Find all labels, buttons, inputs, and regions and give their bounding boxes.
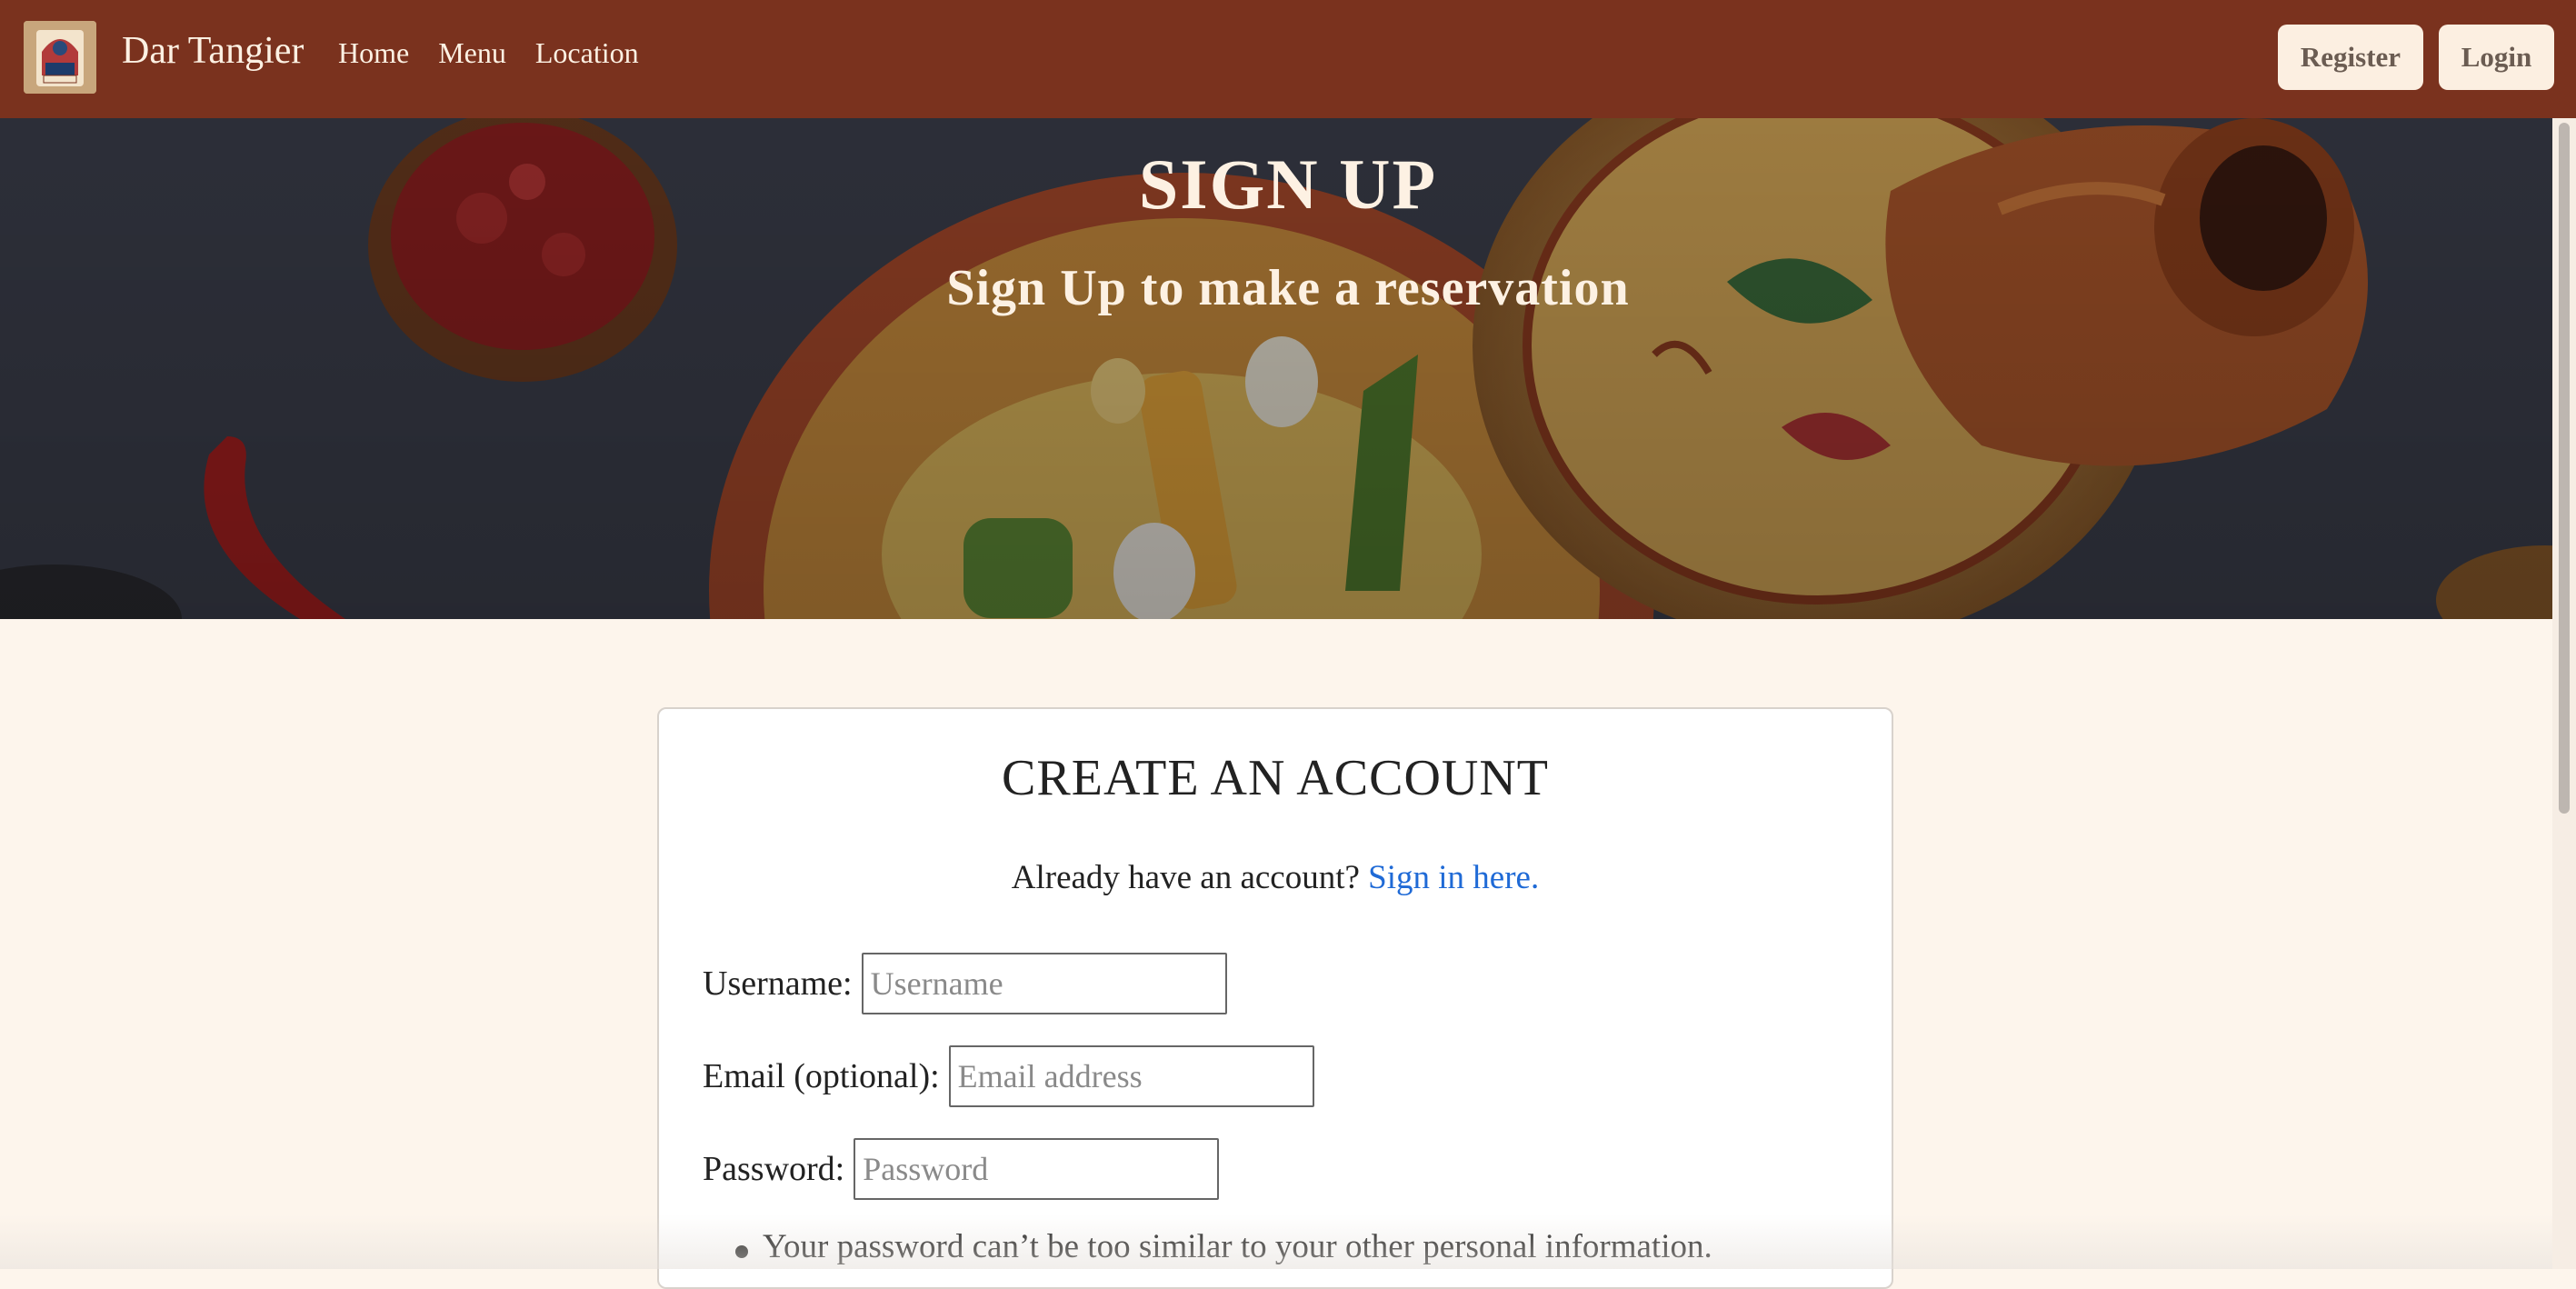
top-navbar: Dar Tangier Home Menu Location Register … <box>0 0 2576 118</box>
nav-link-menu[interactable]: Menu <box>438 36 506 70</box>
login-button[interactable]: Login <box>2439 25 2554 90</box>
password-label: Password: <box>703 1150 845 1188</box>
register-button[interactable]: Register <box>2278 25 2423 90</box>
nav-link-location[interactable]: Location <box>535 36 639 70</box>
nav-links: Home Menu Location <box>338 36 639 70</box>
password-rule: Your password can’t be too similar to yo… <box>735 1227 1712 1266</box>
username-input[interactable] <box>861 953 1227 1014</box>
email-input[interactable] <box>948 1045 1314 1107</box>
page-scrollbar-thumb[interactable] <box>2559 123 2570 814</box>
card-title: CREATE AN ACCOUNT <box>1002 750 1549 806</box>
hero-title: SIGN UP <box>1138 145 1438 224</box>
brand-name[interactable]: Dar Tangier <box>122 29 304 73</box>
email-label: Email (optional): <box>703 1057 940 1095</box>
nav-link-home[interactable]: Home <box>338 36 409 70</box>
email-row: Email (optional): <box>703 1045 1314 1107</box>
password-rules-list: Your password can’t be too similar to yo… <box>735 1227 1712 1266</box>
hero-banner: SIGN UP Sign Up to make a reservation <box>0 118 2576 619</box>
restaurant-logo-icon[interactable] <box>24 21 96 94</box>
password-row: Password: <box>703 1138 1220 1200</box>
signin-prompt-text: Already have an account? <box>1011 859 1360 896</box>
hero-subtitle: Sign Up to make a reservation <box>946 260 1630 316</box>
signup-card: CREATE AN ACCOUNT Already have an accoun… <box>657 707 1893 1289</box>
signin-prompt: Already have an account? Sign in here. <box>659 858 1892 897</box>
signin-link[interactable]: Sign in here. <box>1368 859 1539 896</box>
username-label: Username: <box>703 964 853 1003</box>
username-row: Username: <box>703 953 1227 1014</box>
password-input[interactable] <box>854 1138 1220 1200</box>
